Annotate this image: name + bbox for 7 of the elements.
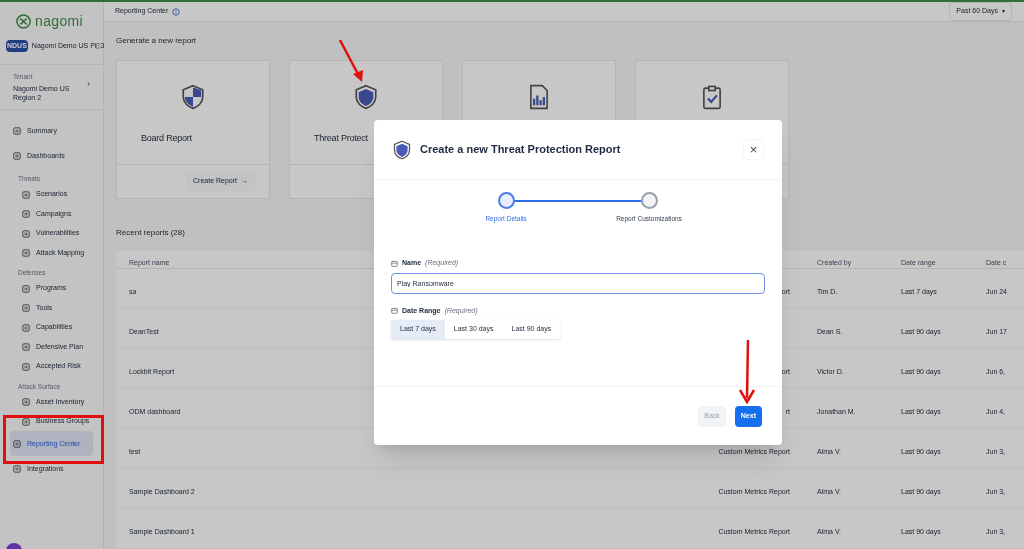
close-button[interactable]: ×	[743, 139, 764, 160]
section-heading: Generate a new report	[116, 35, 198, 47]
card-title: Threat Protect	[314, 133, 368, 143]
chevron-icon[interactable]: ›	[87, 78, 90, 92]
brand-name: nagomi	[35, 14, 84, 28]
card-title: Board Report	[141, 133, 192, 143]
section-heading: Recent reports (28)	[116, 227, 186, 239]
